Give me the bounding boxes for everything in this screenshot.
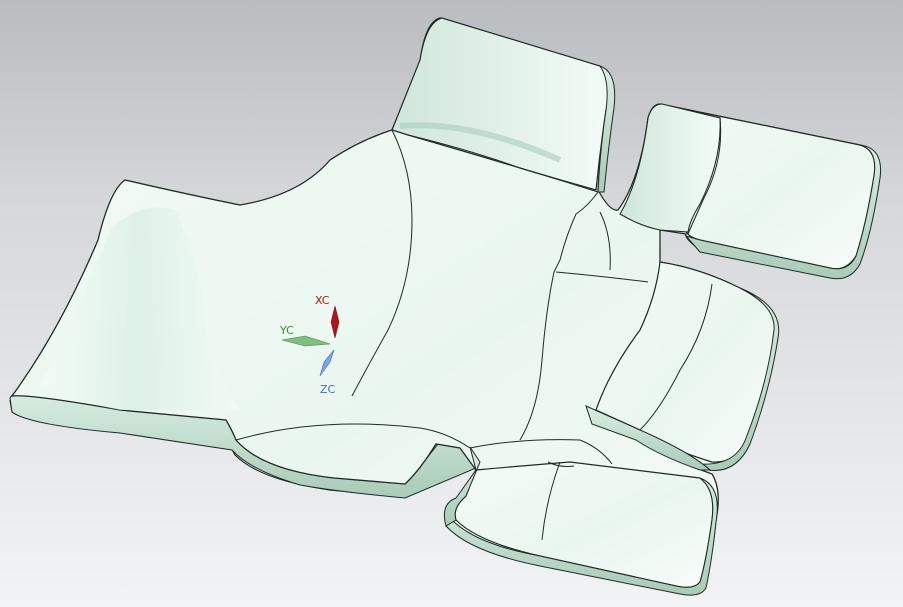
zc-label: ZC — [320, 383, 336, 396]
graphics-viewport[interactable]: XC YC ZC — [0, 0, 903, 607]
yc-label: YC — [279, 324, 294, 337]
xc-label: XC — [315, 294, 330, 307]
cad-model-view[interactable]: XC YC ZC — [0, 0, 903, 607]
